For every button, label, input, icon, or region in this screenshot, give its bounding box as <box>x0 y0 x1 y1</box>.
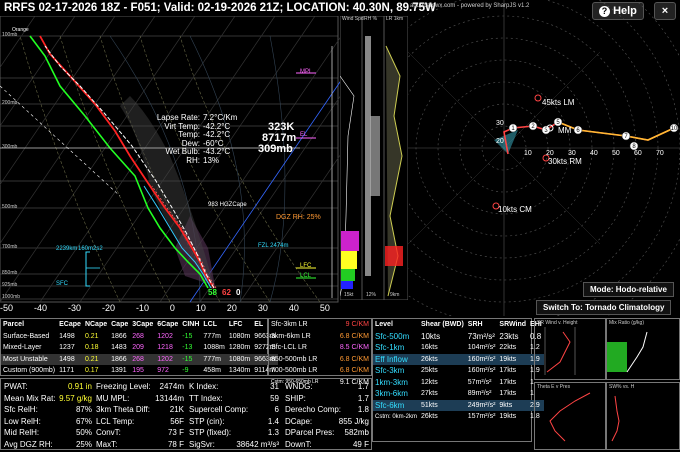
indices-col-2: Freezing Level: 2474m MU MPL: 13144m 3km T… <box>96 382 184 449</box>
table-row: Cstm: 0km-2km 26kts 157m²/s² 19kts 1.8 <box>375 413 540 421</box>
lapse-row: 850-500mb LR 6.8 C/KM <box>271 355 369 363</box>
el-label: EL <box>300 132 308 138</box>
table-row[interactable]: Most Unstable 1498 0.21 1866 268 1202 -15 777… <box>1 353 278 365</box>
sfc-dew-value: 58 <box>208 288 217 297</box>
table-row: Sfc-3km 25kts 160m²/s² 17kts 1.9 <box>375 366 540 376</box>
hodo-cm-label: 10kts CM <box>498 205 532 214</box>
dgz-label: DGZ RH: 25% <box>276 214 321 221</box>
mpl-label: MPL <box>300 69 313 75</box>
fzl-label: FZL 2474m <box>258 243 289 249</box>
side-profiles-svg <box>339 15 409 301</box>
sw-percent-svg <box>611 395 620 442</box>
kin-header-row: Level Shear (BWD) SRH SRWind EHI <box>375 321 542 329</box>
hodo-rm-label: 30kts RM <box>548 157 582 166</box>
hodo-ring-50: 50 <box>612 150 620 157</box>
table-row: 1km-3km 12kts 57m²/s² 17kts 1 <box>375 377 534 387</box>
rh-axis-label: 12% <box>366 292 377 298</box>
wind-col-title: Wind Spd <box>342 16 364 22</box>
lapse-row: 3km-6km LR 6.8 C/KM <box>271 332 369 340</box>
temp-axis: -50 -40 -30 -20 -10 0 10 20 30 40 50 <box>0 303 330 313</box>
hgz-label: 983 HGZCape <box>208 202 247 208</box>
lapse-row: Sfc-3km LR 9 C/KM <box>271 321 369 329</box>
hodo-ring-10: 10 <box>524 150 532 157</box>
mix-ratio-svg <box>607 331 648 373</box>
p-label-200: 200mb <box>2 100 18 106</box>
sfc-wind-value: 0 <box>236 288 241 297</box>
hodo-ring-30: 30 <box>496 120 504 127</box>
p-label-700: 700mb <box>2 244 18 250</box>
skewt-svg <box>0 15 436 303</box>
p-label-925: 925mb <box>2 282 18 288</box>
kinematics-table: Level Shear (BWD) SRH SRWind EHI Sfc-500m 10k… <box>372 318 544 442</box>
table-row: Eff Inflow 26kts 160m²/s² 19kts 1.9 <box>373 353 544 365</box>
mode-button[interactable]: Mode: Hodo-relative <box>583 282 674 297</box>
parcel-header-row: Parcel ECape NCape Cape 3Cape 6Cape CINH LCL L… <box>3 321 264 329</box>
table-row: Mixed-Layer 1237 0.18 1483 209 1218 -13 1088m… <box>3 344 276 352</box>
table-row: Surface-Based 1498 0.21 1866 268 1202 -15 777… <box>3 332 276 340</box>
lapse-row: 700-500mb LR 6.8 C/KM <box>271 367 369 375</box>
mix-ratio-plot: Mix Ratio (g/kg) <box>606 318 680 380</box>
hodograph-panel[interactable]: 123 567 8 10 45kts LM MM 30kts RM 10kts C… <box>305 0 680 347</box>
sr-wind-svg <box>544 327 576 375</box>
hodo-ring-30b: 30 <box>568 150 576 157</box>
lfc-label: LFC <box>300 263 312 269</box>
hodo-ring-40: 40 <box>590 150 598 157</box>
table-row: 3km-6km 27kts 89m²/s² 17kts 1 <box>375 389 534 399</box>
hodo-ring-60: 60 <box>634 150 642 157</box>
theta-e-plot: Theta E v Pres <box>534 382 606 450</box>
indices-col-3: K Index: 31 TT Index: 59 Supercell Comp: 6 … <box>189 382 279 449</box>
p-label-1000: 1000mb <box>2 294 21 300</box>
table-row: Sfc-6km 51kts 249m²/s² 9kts 2.9 <box>373 399 544 411</box>
switch-climatology-button[interactable]: Switch To: Tornado Climatology <box>536 300 672 315</box>
hodo-ring-20: 20 <box>496 138 504 145</box>
readout-values: 7.2°C/Km -42.2°C -42.2°C -60°C -43.2°C 13% <box>203 113 238 165</box>
side-profiles: Wind Spd RH % LR 1km 15kt 12% 9km <box>339 15 409 301</box>
sr-wind-plot: SR Wind v. Height <box>534 318 606 380</box>
svg-text:10: 10 <box>671 126 678 132</box>
readout-labels: Lapse Rate: Virt Temp: Temp: Dew: Wet Bulb… <box>156 113 200 165</box>
sfc-label: SFC <box>56 281 68 287</box>
lr-axis-label: 9km <box>390 292 400 298</box>
table-row: Sfc-500m 10kts 73m²/s² 23kts 0.8 <box>375 331 542 341</box>
wbz-label: 2239km <box>56 246 78 252</box>
table-row: Sfc-1km 16kts 104m²/s² 22kts 1.2 <box>375 343 540 353</box>
indices-col-4: WNDG: 1.7 SHIP: 1.7 Derecho Comp: 1.8 DCape… <box>285 382 369 449</box>
indices-col-1: PWAT: 0.91 in Mean Mix Rat: 9.57 g/kg Sfc … <box>4 382 92 449</box>
skewt-panel: 100mb 200mb 300mb 500mb 700mb 850mb 925m… <box>0 15 436 316</box>
hodo-ring-70: 70 <box>656 150 664 157</box>
parcel-table: Parcel ECape NCape Cape 3Cape 6Cape CINH LCL L… <box>0 318 278 376</box>
hodo-mm-label: MM <box>558 126 572 135</box>
sfc-temp-value: 62 <box>222 288 231 297</box>
page-title: RRFS 02-17-2026 18Z - F051; Valid: 02-19… <box>4 2 436 14</box>
table-row: Custom (900mb) 1171 0.17 1391 195 972 -9 458m… <box>3 367 276 375</box>
lapse-row: Sfc-LCL LR 8.5 C/KM <box>271 344 369 352</box>
rh-col-title: RH % <box>364 16 378 22</box>
hodo-lm-label: 45kts LM <box>542 98 575 107</box>
orange-label: Orange <box>12 27 29 33</box>
hodo-ring-20b: 20 <box>546 150 554 157</box>
hodograph-svg: 1 23 567 810 <box>305 0 680 347</box>
lr-col-title: LR 1km <box>386 16 404 22</box>
sw-percent-plot: SW% vs. H <box>606 382 680 450</box>
p-label-300: 300mb <box>2 144 18 150</box>
p-label-850: 850mb <box>2 270 18 276</box>
wind-axis-label: 15kt <box>344 292 354 298</box>
p-label-500: 500mb <box>2 204 18 210</box>
indices-panel: PWAT: 0.91 in Mean Mix Rat: 9.57 g/kg Sfc … <box>0 378 372 450</box>
lcl-label: LCL <box>300 273 312 279</box>
readout-pressure: 309mb <box>258 143 293 155</box>
theta-e-svg <box>549 392 591 442</box>
eff-srh-label: 160m2s2 <box>78 246 103 252</box>
lapse-rate-table: Sfc-3km LR 9 C/KM 3km-6km LR 6.8 C/KM Sfc-… <box>268 318 372 386</box>
